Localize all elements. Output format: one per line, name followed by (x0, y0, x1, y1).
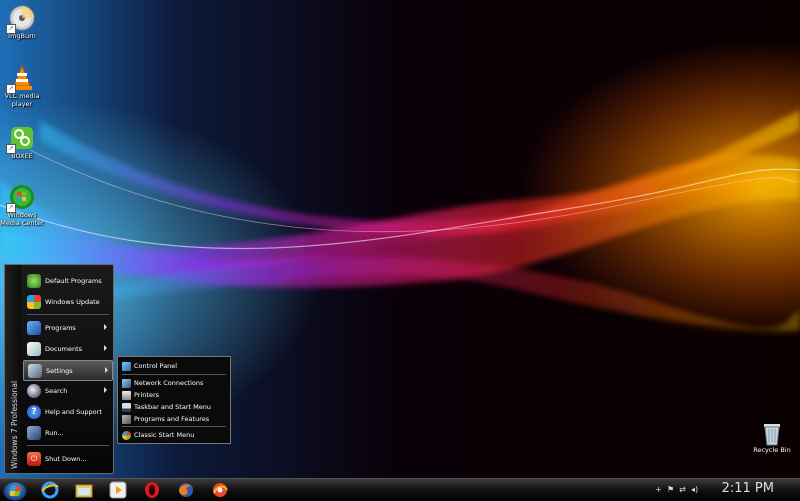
start-item-help[interactable]: ? Help and Support (23, 402, 111, 421)
programs-icon (27, 320, 41, 335)
settings-submenu: Control Panel Network Connections Printe… (117, 356, 231, 444)
desktop-icon-imgburn[interactable]: ↗ ImgBurn (0, 4, 44, 40)
taskbar-internet-explorer[interactable] (38, 481, 62, 499)
recycle-bin-icon (761, 420, 783, 446)
windows-update-icon (27, 294, 41, 309)
imgburn-disc-icon: ↗ (6, 4, 36, 34)
start-item-shutdown[interactable]: ⏻ Shut Down... (23, 449, 111, 468)
windows-media-center-icon: ↗ (6, 183, 36, 213)
recycle-bin-label: Recycle Bin (753, 446, 791, 454)
vlc-cone-icon: ↗ (6, 64, 36, 94)
plus-icon[interactable]: + (655, 486, 662, 494)
classic-start-icon (122, 430, 131, 440)
programs-features-icon (122, 414, 131, 424)
network-icon[interactable]: ⇄ (679, 486, 686, 494)
start-menu: Windows 7 Professional Default Programs … (4, 264, 114, 474)
os-edition-label: Windows 7 Professional (10, 380, 19, 469)
opera-icon (145, 482, 159, 498)
search-icon (27, 383, 41, 398)
taskbar-media-player[interactable] (106, 481, 130, 499)
taskbar-firefox[interactable] (174, 481, 198, 499)
start-menu-separator (27, 314, 109, 315)
taskbar-icon (122, 402, 131, 412)
submenu-item-label: Taskbar and Start Menu (134, 403, 211, 411)
start-item-documents[interactable]: Documents (23, 339, 111, 358)
submenu-separator (122, 374, 226, 375)
submenu-item-taskbar[interactable]: Taskbar and Start Menu (120, 401, 226, 413)
shutdown-icon: ⏻ (27, 451, 41, 466)
start-item-label: Settings (46, 366, 73, 375)
start-item-label: Shut Down... (45, 454, 87, 463)
start-item-windows-update[interactable]: Windows Update (23, 292, 111, 311)
network-icon (122, 378, 131, 388)
start-menu-sidebar: Windows 7 Professional (5, 265, 21, 473)
submenu-arrow-icon (104, 387, 107, 393)
desktop-icon-boxee[interactable]: ↗ BOXEE (0, 124, 44, 160)
submenu-item-label: Control Panel (134, 362, 178, 370)
start-item-search[interactable]: Search (23, 381, 111, 400)
start-item-default-programs[interactable]: Default Programs (23, 271, 111, 290)
submenu-item-label: Network Connections (134, 379, 204, 387)
firefox-icon (179, 483, 193, 497)
submenu-arrow-icon (104, 345, 107, 351)
windows-logo-icon (9, 486, 21, 496)
explorer-folder-icon (75, 484, 93, 498)
submenu-item-label: Programs and Features (134, 415, 210, 423)
submenu-separator (122, 426, 226, 427)
internet-explorer-icon (41, 481, 59, 499)
control-panel-icon (122, 361, 131, 371)
submenu-item-network[interactable]: Network Connections (120, 377, 226, 389)
submenu-item-label: Classic Start Menu (134, 431, 195, 439)
start-item-label: Documents (45, 344, 83, 353)
submenu-item-control-panel[interactable]: Control Panel (120, 360, 226, 372)
default-programs-icon (27, 273, 41, 288)
taskbar-clock[interactable]: 2:11 PM (722, 481, 774, 496)
flag-icon[interactable]: ⚑ (667, 486, 674, 494)
start-item-run[interactable]: Run... (23, 423, 111, 442)
submenu-item-label: Printers (134, 391, 160, 399)
start-menu-separator (27, 445, 109, 446)
desktop-icon-media-center[interactable]: ↗ Windows Media Center (0, 183, 44, 227)
start-item-label: Search (45, 386, 68, 395)
submenu-item-classic-start[interactable]: Classic Start Menu (120, 429, 226, 441)
desktop-icon-recycle-bin[interactable]: Recycle Bin (752, 420, 792, 454)
submenu-item-programs-features[interactable]: Programs and Features (120, 413, 226, 425)
taskbar-explorer[interactable] (72, 481, 96, 499)
taskbar-app[interactable] (208, 481, 232, 499)
chrome-like-icon (213, 483, 228, 497)
printer-icon (122, 390, 131, 400)
start-item-label: Programs (45, 323, 76, 332)
documents-icon (27, 341, 41, 356)
start-item-settings[interactable]: Settings (23, 360, 113, 381)
help-icon: ? (27, 404, 41, 419)
submenu-item-printers[interactable]: Printers (120, 389, 226, 401)
start-item-label: Run... (45, 428, 64, 437)
desktop-icon-label: Windows Media Center (0, 211, 44, 227)
submenu-arrow-icon (104, 324, 107, 330)
desktop-icon-label: VLC media player (4, 92, 40, 108)
start-item-label: Windows Update (45, 297, 100, 306)
taskbar-opera[interactable] (140, 481, 164, 499)
desktop-icon-vlc[interactable]: ↗ VLC media player (0, 64, 44, 108)
boxee-icon: ↗ (6, 124, 36, 154)
start-item-label: Help and Support (45, 407, 102, 416)
run-icon (27, 425, 41, 440)
volume-icon[interactable]: ◂) (691, 486, 698, 494)
media-player-icon (109, 481, 127, 499)
start-button[interactable] (3, 481, 27, 501)
submenu-arrow-icon (105, 367, 108, 373)
start-item-programs[interactable]: Programs (23, 318, 111, 337)
settings-icon (28, 363, 42, 378)
start-item-label: Default Programs (45, 276, 102, 285)
